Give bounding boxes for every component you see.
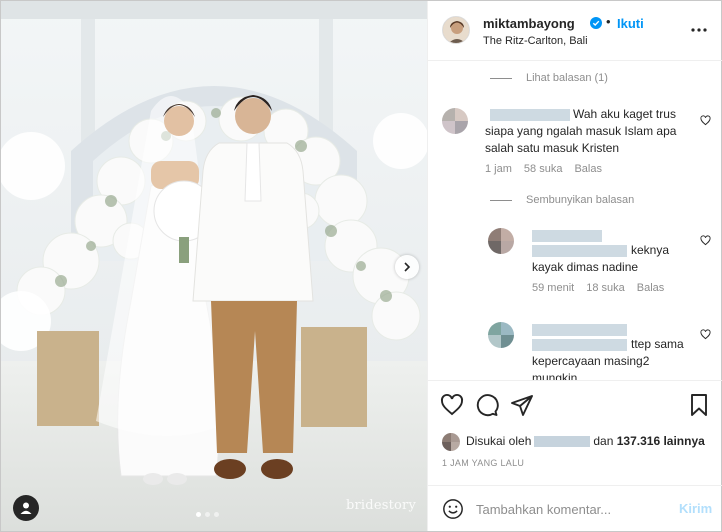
text-redacted	[532, 339, 627, 351]
photo-watermark: bridestory	[346, 498, 416, 513]
likes-summary: Disukai oleh dan 137.316 lainnya	[466, 434, 705, 448]
post-side-panel: miktambayong • Ikuti The Ritz-Carlton, B…	[427, 1, 722, 531]
liker-avatar-blurred[interactable]	[442, 433, 460, 451]
comment-likes[interactable]: 58 suka	[524, 163, 563, 175]
wedding-photo	[1, 1, 427, 531]
hide-replies-label: Sembunyikan balasan	[526, 194, 635, 206]
reply-button[interactable]: Balas	[637, 282, 665, 294]
comment-text-line: kepercayaan masing2	[532, 354, 650, 368]
liker-name-redacted[interactable]	[534, 436, 591, 448]
text-redacted	[532, 245, 627, 257]
carousel-indicator	[196, 512, 219, 517]
user-tags-button[interactable]	[13, 495, 39, 521]
chevron-right-icon	[404, 262, 411, 272]
avatar-image	[443, 17, 469, 43]
comment-input[interactable]	[476, 498, 666, 520]
comment-time[interactable]: 1 jam	[485, 163, 512, 175]
carousel-dot	[205, 512, 210, 517]
bookmark-icon[interactable]	[687, 393, 711, 417]
comment-meta: 1 jam 58 suka Balas	[485, 163, 602, 175]
likes-prefix: Disukai oleh	[466, 434, 532, 448]
comment-likes[interactable]: 18 suka	[586, 282, 625, 294]
view-replies-button[interactable]: Lihat balasan (1)	[490, 72, 608, 84]
blurred-avatar-image	[442, 108, 468, 134]
comment-text-line: ttep sama	[631, 337, 684, 351]
username-redacted	[532, 230, 602, 242]
comment-text-line: salah satu masuk Kristen	[485, 141, 620, 155]
likes-count[interactable]: 137.316 lainnya	[617, 434, 705, 448]
like-comment-heart-icon[interactable]	[700, 329, 711, 340]
post-comment-button[interactable]: Kirim	[679, 501, 712, 516]
comment-text-line: mungkin	[532, 371, 578, 380]
divider-line	[490, 77, 512, 79]
post-actions: Disukai oleh dan 137.316 lainnya 1 JAM YA…	[428, 380, 722, 480]
username-redacted	[532, 324, 627, 336]
heart-icon[interactable]	[440, 393, 464, 417]
emoji-icon[interactable]	[442, 498, 464, 520]
comment-text-line: Wah aku kaget trus	[573, 107, 676, 121]
carousel-next-button[interactable]	[395, 255, 419, 279]
more-icon[interactable]	[690, 23, 708, 37]
comments-list[interactable]: Lihat balasan (1) Wah aku kaget trus sia…	[428, 62, 722, 380]
user-icon	[20, 502, 32, 514]
comment-icon[interactable]	[475, 393, 499, 417]
follow-button[interactable]: Ikuti	[617, 16, 644, 31]
comment-text-line: siapa yang ngalah masuk Islam apa	[485, 124, 677, 138]
view-replies-label: Lihat balasan (1)	[526, 72, 608, 84]
reply-button[interactable]: Balas	[574, 163, 602, 175]
post-location[interactable]: The Ritz-Carlton, Bali	[483, 35, 588, 47]
post-photo[interactable]: bridestory	[1, 1, 427, 531]
author-avatar[interactable]	[442, 16, 470, 44]
carousel-dot	[214, 512, 219, 517]
commenter-avatar-blurred[interactable]	[488, 322, 514, 348]
blurred-avatar-image	[488, 228, 514, 254]
share-icon[interactable]	[510, 393, 534, 417]
comment-time[interactable]: 59 menit	[532, 282, 574, 294]
blurred-avatar-image	[442, 433, 460, 451]
divider-line	[490, 199, 512, 201]
like-comment-heart-icon[interactable]	[700, 235, 711, 246]
verified-badge-icon	[590, 17, 602, 29]
comment-composer: Kirim	[428, 485, 722, 531]
carousel-dot	[196, 512, 201, 517]
like-comment-heart-icon[interactable]	[700, 115, 711, 126]
username-redacted	[490, 109, 570, 121]
commenter-avatar-blurred[interactable]	[488, 228, 514, 254]
author-username[interactable]: miktambayong	[483, 16, 575, 31]
blurred-avatar-image	[488, 322, 514, 348]
post-timestamp[interactable]: 1 JAM YANG LALU	[442, 458, 524, 468]
likes-connector: dan	[593, 434, 614, 448]
comment-text-line: keknya	[631, 243, 670, 257]
hide-replies-button[interactable]: Sembunyikan balasan	[490, 194, 634, 206]
separator-dot: •	[606, 14, 611, 29]
comment-meta: 59 menit 18 suka Balas	[532, 282, 664, 294]
commenter-avatar-blurred[interactable]	[442, 108, 468, 134]
post-header: miktambayong • Ikuti The Ritz-Carlton, B…	[428, 1, 722, 61]
comment-text-line: kayak dimas nadine	[532, 260, 639, 274]
